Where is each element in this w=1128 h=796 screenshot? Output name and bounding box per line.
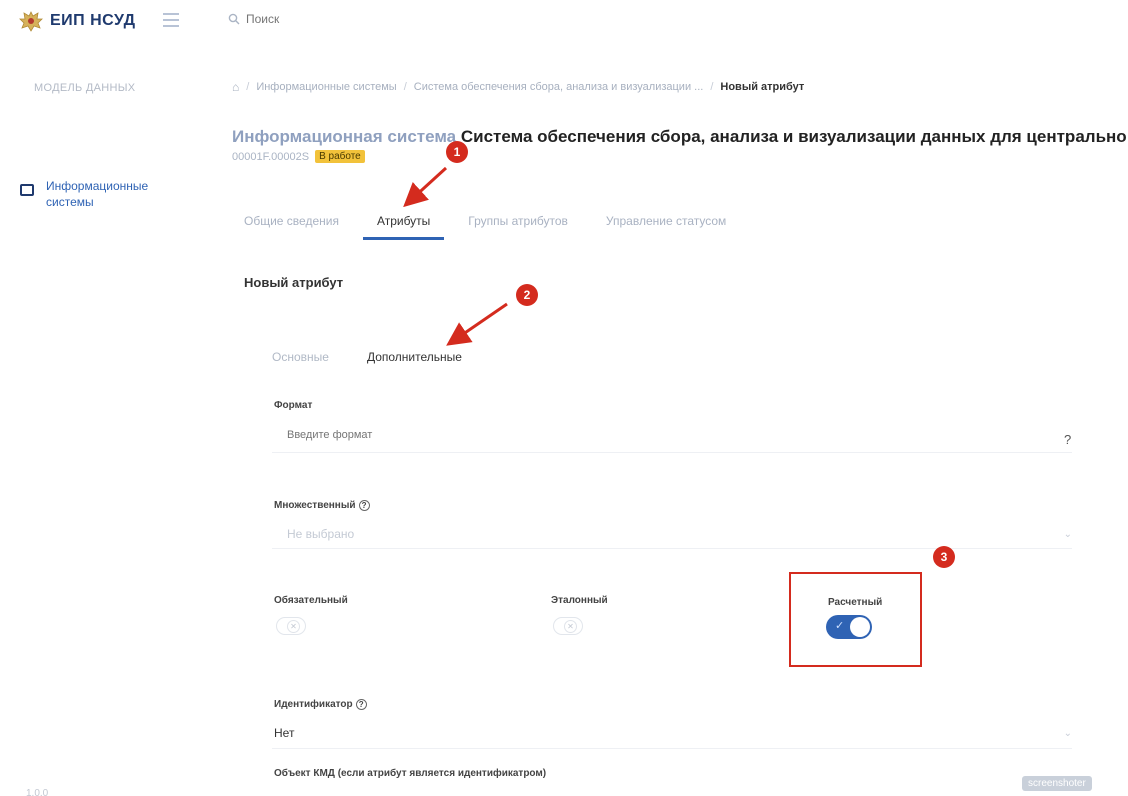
identifier-label: Идентификатор ? <box>274 699 367 710</box>
format-help-icon[interactable]: ? <box>1064 432 1071 447</box>
section-title: Новый атрибут <box>244 275 344 290</box>
format-input[interactable] <box>287 429 987 441</box>
format-label: Формат <box>274 400 313 411</box>
tab-attributes[interactable]: Атрибуты <box>362 208 445 240</box>
search-box[interactable] <box>228 12 366 26</box>
breadcrumb: ⌂ / Информационные системы / Система обе… <box>232 80 805 94</box>
tab-status-management[interactable]: Управление статусом <box>606 208 726 240</box>
sidebar-caption: МОДЕЛЬ ДАННЫХ <box>34 82 136 94</box>
identifier-select[interactable]: Нет ⌄ <box>274 726 1072 740</box>
chevron-down-icon: ⌄ <box>1063 727 1072 739</box>
subtab-additional[interactable]: Дополнительные <box>367 350 462 364</box>
annotation-marker-1: 1 <box>446 141 468 163</box>
tabs: Общие сведения Атрибуты Группы атрибутов… <box>244 208 764 240</box>
tab-general-info[interactable]: Общие сведения <box>244 208 339 240</box>
close-icon: ✕ <box>287 620 300 633</box>
annotation-arrow-1 <box>403 166 448 208</box>
page-title: Информационная система Система обеспечен… <box>232 127 1128 147</box>
system-code: 00001F.00002S <box>232 150 310 163</box>
reference-toggle[interactable]: ✕ <box>553 617 583 635</box>
annotation-marker-3: 3 <box>933 546 955 568</box>
breadcrumb-current: Новый атрибут <box>720 81 805 93</box>
reference-label: Эталонный <box>551 595 608 606</box>
status-badge: В работе <box>315 150 365 163</box>
home-icon[interactable]: ⌂ <box>232 80 239 94</box>
close-icon: ✕ <box>564 620 577 633</box>
chevron-down-icon: ⌄ <box>1063 528 1072 540</box>
page-title-prefix: Информационная система <box>232 127 457 146</box>
annotation-arrows <box>403 166 508 346</box>
annotation-marker-2: 2 <box>516 284 538 306</box>
help-icon[interactable]: ? <box>358 500 370 511</box>
subtabs: Основные Дополнительные <box>272 350 462 364</box>
annotation-highlight-box <box>789 572 922 667</box>
sidebar-item-information-systems[interactable]: Информационные системы <box>20 178 156 210</box>
search-icon <box>228 13 240 25</box>
top-bar: ЕИП НСУД <box>0 0 1128 44</box>
window-icon <box>20 184 34 196</box>
subtab-basic[interactable]: Основные <box>272 350 329 364</box>
code-line: 00001F.00002S В работе <box>232 150 365 163</box>
watermark: screenshoter <box>1022 776 1092 791</box>
annotation-arrow-2 <box>446 302 508 346</box>
page-title-name: Система обеспечения сбора, анализа и виз… <box>460 127 1127 146</box>
required-label: Обязательный <box>274 595 348 606</box>
sidebar-item-label: Информационные системы <box>46 179 149 209</box>
kmd-object-label: Объект КМД (если атрибут является иденти… <box>274 768 547 779</box>
multiple-select[interactable]: Не выбрано ⌄ <box>287 527 1072 541</box>
breadcrumb-item[interactable]: Информационные системы <box>256 81 396 93</box>
tab-attribute-groups[interactable]: Группы атрибутов <box>468 208 568 240</box>
required-toggle[interactable]: ✕ <box>276 617 306 635</box>
emblem-icon <box>19 11 43 32</box>
search-input[interactable] <box>246 12 366 26</box>
app-title[interactable]: ЕИП НСУД <box>50 12 136 30</box>
sidebar-footer: 1.0.0 <box>26 788 49 796</box>
hamburger-menu-icon[interactable] <box>163 13 179 27</box>
help-icon[interactable]: ? <box>355 699 367 710</box>
breadcrumb-item[interactable]: Система обеспечения сбора, анализа и виз… <box>414 81 704 93</box>
multiple-label: Множественный ? <box>274 500 370 511</box>
